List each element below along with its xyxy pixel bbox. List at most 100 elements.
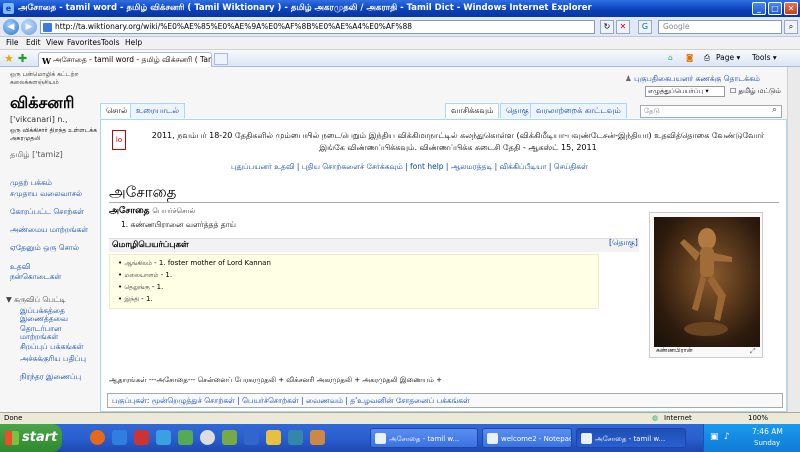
- triangle-down-icon: ▼: [6, 295, 15, 304]
- task-ie-window-2[interactable]: அசோதை - tamil w...: [576, 428, 686, 448]
- toolbox-printable[interactable]: அச்சுக்குரிய பதிப்பு: [20, 355, 100, 363]
- task-ie-window-1[interactable]: அசோதை - tamil w...: [370, 428, 478, 448]
- ie-quicklaunch-icon[interactable]: [112, 430, 127, 445]
- app3-icon[interactable]: [222, 430, 237, 445]
- sidebar-item-requested[interactable]: கோரப்பட்ட சொற்கள்: [10, 208, 98, 216]
- address-input[interactable]: http://ta.wiktionary.org/wiki/%E0%AE%85%…: [40, 20, 595, 34]
- status-text: Done: [4, 414, 23, 422]
- sidebar-item-donate[interactable]: நன்கொடைகள்: [10, 273, 98, 281]
- app4-icon[interactable]: [244, 430, 259, 445]
- back-button[interactable]: ◀: [3, 19, 19, 35]
- page-icon: [43, 23, 52, 32]
- volume-icon[interactable]: ♪: [724, 432, 730, 442]
- page-title: அசோதை: [109, 183, 779, 203]
- add-favorite-icon[interactable]: ✚: [18, 52, 27, 65]
- start-button[interactable]: start: [0, 424, 62, 452]
- quick-links[interactable]: புதுப்பயனர் உதவி | புதிய சொற்களைச் சேர்க…: [231, 162, 588, 172]
- site-ipa: ['vikcanari] n.,: [10, 115, 68, 124]
- checkbox[interactable]: ☐: [730, 87, 736, 95]
- forward-button[interactable]: ▶: [21, 19, 37, 35]
- wiki-search-input[interactable]: தேடு: [640, 105, 782, 118]
- site-title[interactable]: விக்சனரி: [10, 93, 74, 114]
- sidebar-item-recent-changes[interactable]: அண்மைய மாற்றங்கள்: [10, 226, 98, 234]
- sidebar-item-main-page[interactable]: முதற் பக்கம்: [10, 179, 98, 187]
- clock-day: Sunday: [754, 439, 781, 447]
- google-g-icon: G: [638, 20, 652, 34]
- categories-bar[interactable]: பகுப்புகள்: மூன்றெழுத்துச் சொற்கள் | பெய…: [107, 393, 783, 408]
- clock-time[interactable]: 7:46 AM: [752, 427, 783, 436]
- favorites-star-icon[interactable]: ★: [4, 52, 14, 65]
- tab-history[interactable]: வரலாற்றைக் காட்டவும்: [530, 103, 627, 118]
- toolbox-related-changes[interactable]: தொடர்பான மாற்றங்கள்: [20, 325, 100, 341]
- menu-help[interactable]: Help: [125, 38, 142, 47]
- translations-heading: மொழிபெயர்ப்புகள்: [109, 238, 639, 252]
- menu-tools[interactable]: Tools: [101, 38, 119, 47]
- translation-row-english: • ஆங்கிலம் - 1. foster mother of Lord Ka…: [118, 259, 271, 267]
- new-tab-button[interactable]: [214, 53, 228, 65]
- stop-icon[interactable]: ✕: [616, 20, 630, 34]
- toolbox-what-links-here[interactable]: இப்பக்கத்தை இணைத்தவை: [20, 307, 100, 323]
- translation-row-malayalam: • மலையாளம் - 1.: [118, 271, 173, 279]
- tools-menu[interactable]: Tools ▾: [752, 53, 777, 62]
- app2-icon[interactable]: [178, 430, 193, 445]
- menu-bar: File Edit View Favorites Tools Help: [0, 37, 800, 50]
- web-page: ஒரு பன்மொழிக் கட்டற்ற கலைக்களஞ்சியம் விக…: [0, 67, 800, 412]
- task-notepad[interactable]: welcome2 - Notepad: [482, 428, 572, 448]
- menu-file[interactable]: File: [6, 38, 19, 47]
- zone-text: Internet: [664, 414, 692, 422]
- address-url: http://ta.wiktionary.org/wiki/%E0%AE%85%…: [55, 22, 413, 31]
- app5-icon[interactable]: [288, 430, 303, 445]
- definition: 1. கண்ணபிரானை வளர்த்தத் தாய்: [121, 220, 236, 229]
- tab-word[interactable]: சொல்: [100, 103, 134, 118]
- personal-login[interactable]: ♟ புகுபதிகைபயனர் கணக்கு தொடக்கம்: [625, 74, 760, 84]
- notice-text[interactable]: 2011, நவம்பர் 18-20 தேதிகளில் மும்பையில்…: [143, 130, 773, 154]
- enlarge-icon[interactable]: ⤢: [750, 347, 756, 356]
- window-titlebar: e அசோதை - tamil word - தமிழ் விக்சனரி ( …: [0, 0, 800, 17]
- tab-read[interactable]: வாசிக்கவும்: [445, 103, 500, 118]
- home-icon[interactable]: ⌂: [668, 53, 673, 62]
- globe-icon: ◍: [652, 414, 659, 422]
- tab-talk[interactable]: உரையாடல்: [130, 103, 186, 118]
- translation-row-hindi: • இந்தி - 1.: [118, 295, 153, 303]
- translations-box: • ஆங்கிலம் - 1. foster mother of Lord Ka…: [109, 254, 599, 309]
- zoom-level[interactable]: 100%: [748, 413, 768, 424]
- address-bar-row: ◀ ▶ http://ta.wiktionary.org/wiki/%E0%AE…: [0, 17, 800, 37]
- sidebar-item-community[interactable]: சமுதாய வலைவாசல்: [10, 190, 98, 198]
- firefox-icon[interactable]: [90, 430, 105, 445]
- search-input[interactable]: Google: [658, 20, 782, 34]
- transliteration-select[interactable]: எழுத்துப்பெயர்ப்பு ▾: [645, 86, 725, 97]
- close-button[interactable]: ✕: [784, 2, 798, 15]
- krishna-statue-image[interactable]: [654, 217, 760, 347]
- menu-edit[interactable]: Edit: [26, 38, 41, 47]
- menu-favorites[interactable]: Favorites: [67, 38, 101, 47]
- maximize-button[interactable]: □: [768, 2, 782, 15]
- app6-icon[interactable]: [310, 430, 325, 445]
- app-icon[interactable]: [134, 430, 149, 445]
- section-edit-link[interactable]: [தொகு]: [609, 238, 638, 248]
- folder-icon[interactable]: [266, 430, 281, 445]
- notepad-icon: [487, 433, 498, 444]
- minimize-button[interactable]: _: [752, 2, 766, 15]
- sidebar-item-help[interactable]: உதவி: [10, 263, 98, 271]
- toolbox-special-pages[interactable]: சிறப்புப் பக்கங்கள்: [20, 343, 100, 351]
- search-icon[interactable]: ⌕: [772, 105, 777, 115]
- refresh-icon[interactable]: ↻: [600, 20, 614, 34]
- thumbnail-figure: கண்ணபிரான் ⤢: [649, 212, 763, 358]
- toolbox-permalink[interactable]: நிரந்தர இணைப்பு: [20, 373, 100, 381]
- tab-bar: ★ ✚ W அசோதை - tamil word - தமிழ் விக்சனர…: [0, 50, 800, 67]
- page-menu[interactable]: Page ▾: [716, 53, 740, 62]
- search-go-icon[interactable]: ⌕: [784, 20, 798, 34]
- ie-task-icon: [581, 433, 592, 444]
- feeds-icon[interactable]: ◙: [686, 53, 693, 62]
- toolbox-heading[interactable]: ▼ கருவிப் பெட்டி: [6, 295, 66, 305]
- network-icon[interactable]: ▣: [710, 432, 719, 442]
- ie-task-icon: [375, 433, 386, 444]
- tamil-only-option[interactable]: ☐ தமிழ் மட்டும்: [730, 87, 781, 96]
- references[interactable]: ஆதாரங்கள் ---அசோதை--- சென்னைப் பேரகரமுதல…: [109, 376, 442, 385]
- media-icon[interactable]: [200, 430, 215, 445]
- messenger-icon[interactable]: [156, 430, 171, 445]
- browser-tab-active[interactable]: W அசோதை - tamil word - தமிழ் விக்சனரி ( …: [38, 52, 212, 67]
- menu-view[interactable]: View: [46, 38, 64, 47]
- sidebar-item-random[interactable]: ஏதேனும் ஒரு சொல்: [10, 244, 98, 252]
- print-icon[interactable]: ⎙: [704, 53, 710, 63]
